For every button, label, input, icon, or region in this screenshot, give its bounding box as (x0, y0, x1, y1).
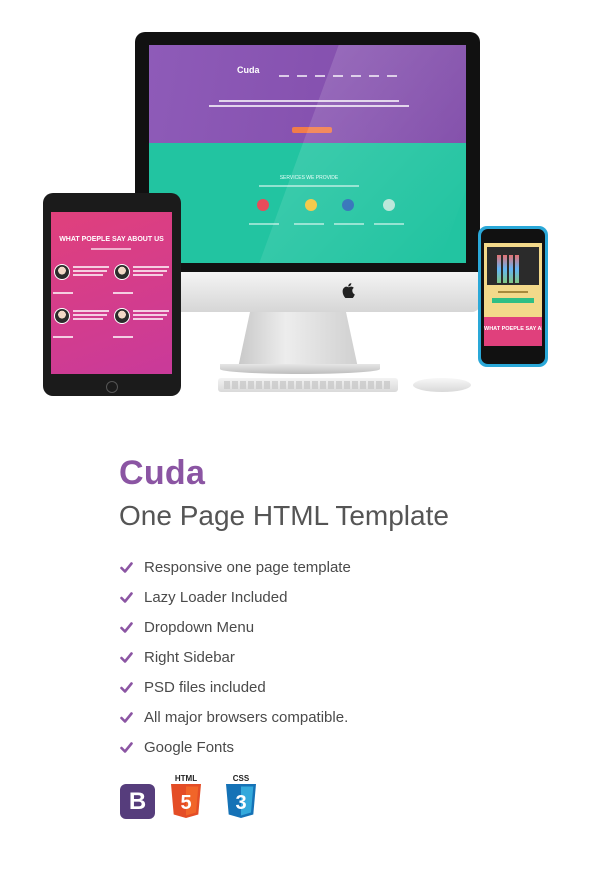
avatar (114, 264, 130, 280)
check-icon (120, 621, 133, 633)
check-icon (120, 741, 133, 753)
bootstrap-logo: B (120, 784, 155, 819)
iphone-screen-heading: WHAT POEPLE SAY ABOUT (484, 326, 542, 332)
check-icon (120, 561, 133, 573)
feature-item: Responsive one page template (120, 552, 351, 582)
imac-stand-foot (220, 364, 380, 374)
imac-screen: Cuda SERVICES WE PROVIDE (149, 45, 466, 263)
ipad-screen-heading: WHAT POEPLE SAY ABOUT US (59, 236, 164, 243)
avatar (114, 308, 130, 324)
check-icon (120, 711, 133, 723)
feature-text: Dropdown Menu (144, 618, 255, 636)
keyboard (218, 378, 398, 392)
product-subtitle: One Page HTML Template (119, 500, 449, 531)
feature-item: Lazy Loader Included (120, 582, 351, 612)
feature-text: All major browsers compatible. (144, 708, 349, 726)
check-icon (120, 591, 133, 603)
html5-label: HTML (174, 774, 198, 783)
flag-icon (257, 199, 269, 211)
ipad-screen: WHAT POEPLE SAY ABOUT US (51, 212, 172, 374)
css3-number: 3 (235, 792, 246, 814)
css3-shield-icon: 3 (226, 784, 256, 818)
css3-label: CSS (232, 774, 250, 783)
html5-number: 5 (180, 792, 191, 814)
css3-logo: CSS 3 (223, 774, 259, 820)
feature-text: Responsive one page template (144, 558, 351, 576)
feature-item: Dropdown Menu (120, 612, 351, 642)
feature-text: PSD files included (144, 678, 266, 696)
feature-text: Lazy Loader Included (144, 588, 288, 606)
imac-chin (135, 272, 480, 312)
avatar (54, 264, 70, 280)
feature-item: PSD files included (120, 672, 351, 702)
mouse (413, 378, 471, 392)
html5-shield-icon: 5 (171, 784, 201, 818)
feature-item: Google Fonts (120, 732, 351, 762)
imac-screen-logo: Cuda (237, 65, 260, 75)
apple-logo-icon (342, 283, 355, 298)
check-icon (120, 651, 133, 663)
avatar (54, 308, 70, 324)
html5-logo: HTML 5 (168, 774, 204, 820)
imac-stand (238, 312, 358, 368)
feature-text: Google Fonts (144, 738, 235, 756)
feature-item: Right Sidebar (120, 642, 351, 672)
feature-list: Responsive one page template Lazy Loader… (120, 552, 351, 762)
check-icon (120, 681, 133, 693)
ipad-home-button (106, 381, 118, 393)
feature-text: Right Sidebar (144, 648, 235, 666)
product-title: Cuda (119, 454, 206, 492)
iphone-screen: WHAT POEPLE SAY ABOUT (484, 243, 542, 346)
feature-item: All major browsers compatible. (120, 702, 351, 732)
